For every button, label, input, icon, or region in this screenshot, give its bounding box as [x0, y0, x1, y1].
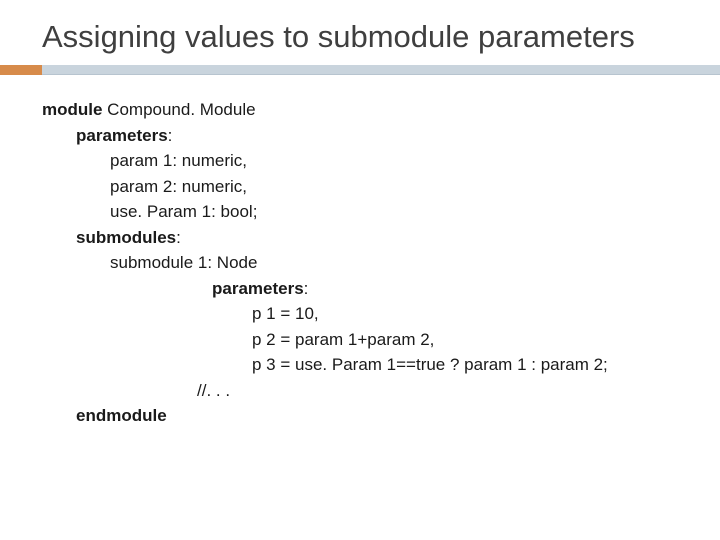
- code-text: :: [304, 279, 309, 298]
- keyword-parameters: parameters: [212, 279, 304, 298]
- code-line: p 1 = 10,: [42, 301, 690, 327]
- code-line: p 3 = use. Param 1==true ? param 1 : par…: [42, 352, 690, 378]
- slide-title: Assigning values to submodule parameters: [42, 18, 690, 55]
- code-line: submodules:: [42, 225, 690, 251]
- code-text: Compound. Module: [102, 100, 255, 119]
- accent-gray-bar: [42, 65, 720, 75]
- code-line: parameters:: [42, 123, 690, 149]
- code-line: //. . .: [42, 378, 690, 404]
- code-line: param 1: numeric,: [42, 148, 690, 174]
- code-line: parameters:: [42, 276, 690, 302]
- code-line: module Compound. Module: [42, 97, 690, 123]
- keyword-module: module: [42, 100, 102, 119]
- keyword-parameters: parameters: [76, 126, 168, 145]
- keyword-endmodule: endmodule: [76, 406, 167, 425]
- code-line: endmodule: [42, 403, 690, 429]
- code-line: p 2 = param 1+param 2,: [42, 327, 690, 353]
- keyword-submodules: submodules: [76, 228, 176, 247]
- code-line: param 2: numeric,: [42, 174, 690, 200]
- accent-orange-block: [0, 65, 42, 75]
- code-text: :: [176, 228, 181, 247]
- code-text: :: [168, 126, 173, 145]
- code-line: use. Param 1: bool;: [42, 199, 690, 225]
- code-block: module Compound. Module parameters: para…: [42, 97, 690, 429]
- code-line: submodule 1: Node: [42, 250, 690, 276]
- title-underline: [0, 65, 720, 75]
- slide: Assigning values to submodule parameters…: [0, 0, 720, 540]
